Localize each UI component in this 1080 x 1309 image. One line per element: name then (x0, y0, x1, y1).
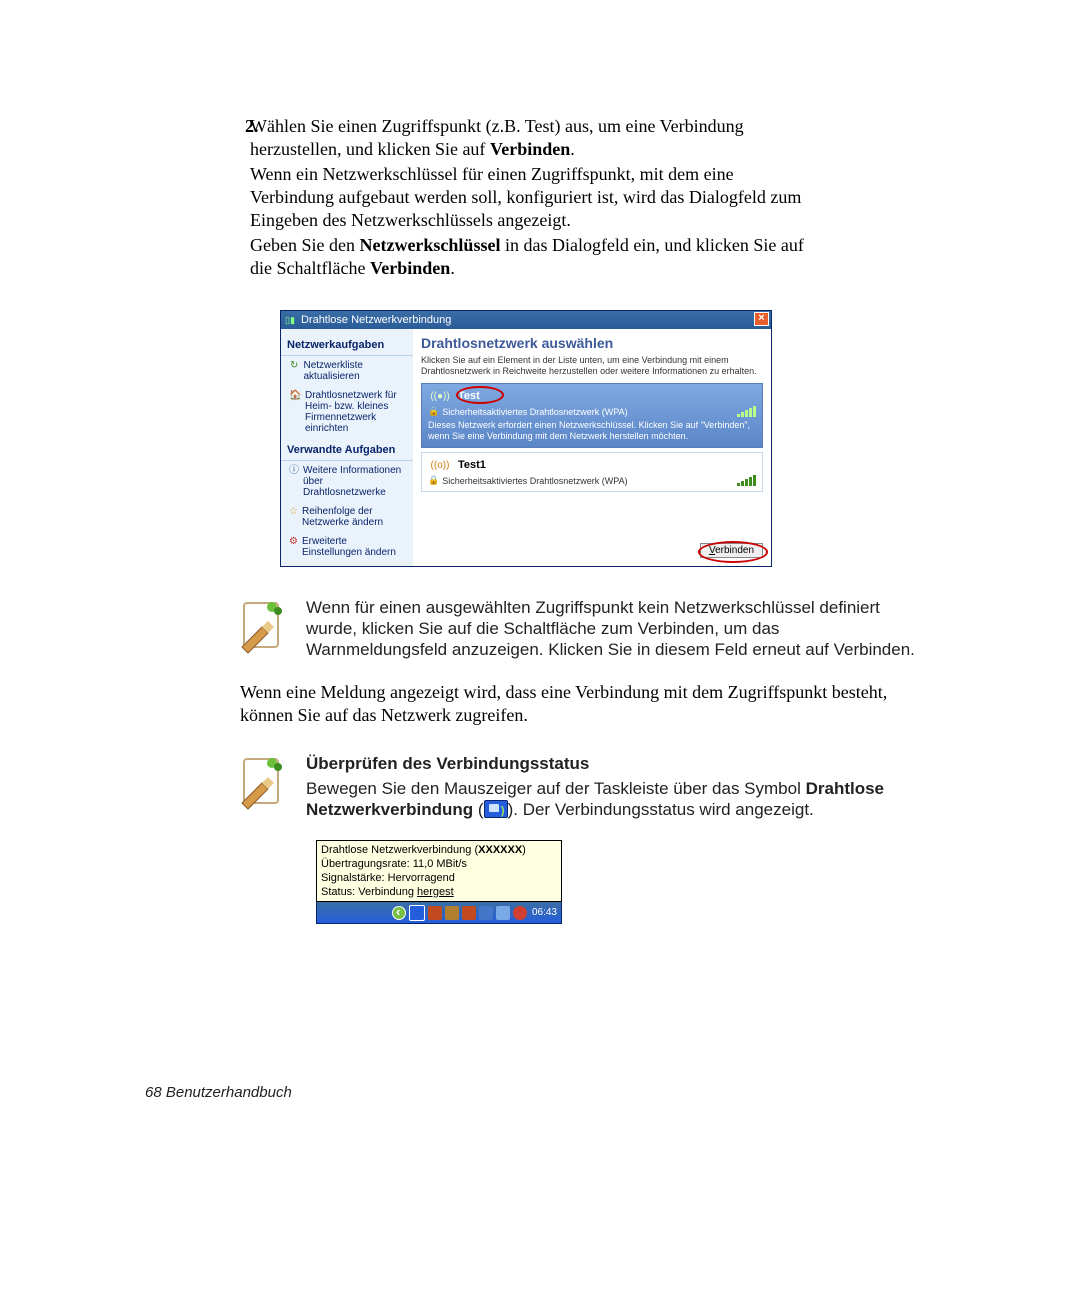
gear-icon: ⚙ (289, 536, 298, 558)
network-item-test[interactable]: ((●)) Test 🔒 Sicherheitsaktiviertes Drah… (421, 383, 763, 448)
refresh-icon: ↻ (289, 360, 299, 382)
sidebar-link-label: Reihenfolge der Netzwerke ändern (302, 506, 407, 528)
signal-bars-icon (737, 406, 756, 417)
connect-button[interactable]: Verbinden (700, 543, 763, 558)
note-pencil-icon (240, 597, 288, 661)
dialog-sidebar: Netzwerkaufgaben ↻ Netzwerkliste aktuali… (281, 329, 413, 566)
sidebar-link-setup-home[interactable]: 🏠 Drahtlosnetzwerk für Heim- bzw. kleine… (281, 386, 413, 438)
sidebar-link-label: Netzwerkliste aktualisieren (303, 360, 407, 382)
sidebar-link-refresh[interactable]: ↻ Netzwerkliste aktualisieren (281, 356, 413, 386)
step-2-instruction: 2. Wählen Sie einen Zugriffspunkt (z.B. … (250, 115, 820, 280)
wireless-tray-icon (484, 800, 508, 818)
page-footer: 68 Benutzerhandbuch (145, 1084, 292, 1101)
connect-button-label-rest: erbinden (715, 545, 754, 556)
tray-icon[interactable] (496, 906, 510, 920)
tooltip-line1: Drahtlose Netzwerkverbindung (XXXXXX) (321, 843, 557, 857)
wireless-dialog: ▯▮ Drahtlose Netzwerkverbindung × Netzwe… (280, 310, 772, 567)
antenna-icon: ((o)) (428, 458, 452, 472)
note-check-status: Überprüfen des Verbindungsstatus Bewegen… (240, 753, 920, 820)
network-ssid: Test (458, 390, 480, 402)
signal-bars-icon (737, 475, 756, 486)
note-pencil-icon (240, 753, 288, 817)
info-icon: ⓘ (289, 465, 299, 498)
tooltip-line2: Übertragungsrate: 11,0 MBit/s (321, 857, 557, 871)
tray-icon[interactable] (479, 906, 493, 920)
sidebar-related-header: Verwandte Aufgaben (281, 438, 413, 461)
start-arrow-icon[interactable] (392, 906, 406, 920)
network-description: Dieses Netzwerk erfordert einen Netzwerk… (428, 420, 756, 442)
step-number: 2. (245, 115, 259, 138)
network-security: 🔒 Sicherheitsaktiviertes Drahtlosnetzwer… (428, 475, 756, 486)
star-icon: ☆ (289, 506, 298, 528)
dialog-instruction: Klicken Sie auf ein Element in der Liste… (421, 355, 763, 377)
taskbar: 06:43 (316, 902, 562, 924)
dialog-title: Drahtlose Netzwerkverbindung (301, 314, 451, 326)
antenna-icon: ((●)) (428, 389, 452, 403)
sidebar-link-label: Drahtlosnetzwerk für Heim- bzw. kleines … (305, 390, 407, 434)
close-icon[interactable]: × (754, 312, 769, 326)
network-item-test1[interactable]: ((o)) Test1 🔒 Sicherheitsaktiviertes Dra… (421, 452, 763, 492)
note-no-key: Wenn für einen ausgewählten Zugriffspunk… (240, 597, 920, 661)
tooltip-line3: Signalstärke: Hervorragend (321, 871, 557, 885)
tray-icon[interactable] (513, 906, 527, 920)
dialog-titlebar[interactable]: ▯▮ Drahtlose Netzwerkverbindung × (281, 311, 771, 329)
tooltip-screenshot: Drahtlose Netzwerkverbindung (XXXXXX) Üb… (316, 840, 562, 924)
sidebar-link-order[interactable]: ☆ Reihenfolge der Netzwerke ändern (281, 502, 413, 532)
note-heading: Überprüfen des Verbindungsstatus (306, 753, 920, 774)
lock-icon: 🔒 (428, 406, 439, 417)
step-2-p2: Wenn ein Netzwerkschlüssel für einen Zug… (250, 163, 820, 232)
connection-tooltip: Drahtlose Netzwerkverbindung (XXXXXX) Üb… (316, 840, 562, 902)
home-network-icon: 🏠 (289, 390, 301, 434)
step-2-p3: Geben Sie den Netzwerkschlüssel in das D… (250, 234, 820, 280)
tooltip-line4: Status: Verbindung hergest (321, 885, 557, 899)
lock-icon: 🔒 (428, 475, 439, 486)
sidebar-tasks-header: Netzwerkaufgaben (281, 333, 413, 356)
tray-icon[interactable] (445, 906, 459, 920)
note-text: Wenn für einen ausgewählten Zugriffspunk… (306, 597, 920, 661)
step-2-p1: Wählen Sie einen Zugriffspunkt (z.B. Tes… (250, 115, 820, 161)
sidebar-link-advanced[interactable]: ⚙ Erweiterte Einstellungen ändern (281, 532, 413, 562)
taskbar-clock: 06:43 (532, 907, 557, 918)
sidebar-link-label: Weitere Informationen über Drahtlosnetzw… (303, 465, 407, 498)
sidebar-link-label: Erweiterte Einstellungen ändern (302, 536, 407, 558)
wireless-tray-icon[interactable] (409, 905, 425, 921)
network-ssid: Test1 (458, 459, 486, 471)
note-body: Bewegen Sie den Mauszeiger auf der Taskl… (306, 778, 920, 820)
network-security: 🔒 Sicherheitsaktiviertes Drahtlosnetzwer… (428, 406, 756, 417)
sidebar-link-more-info[interactable]: ⓘ Weitere Informationen über Drahtlosnet… (281, 461, 413, 502)
tray-icon[interactable] (462, 906, 476, 920)
dialog-heading: Drahtlosnetzwerk auswählen (421, 335, 763, 351)
wireless-window-icon: ▯▮ (285, 315, 295, 325)
access-paragraph: Wenn eine Meldung angezeigt wird, dass e… (240, 681, 920, 727)
tray-icon[interactable] (428, 906, 442, 920)
